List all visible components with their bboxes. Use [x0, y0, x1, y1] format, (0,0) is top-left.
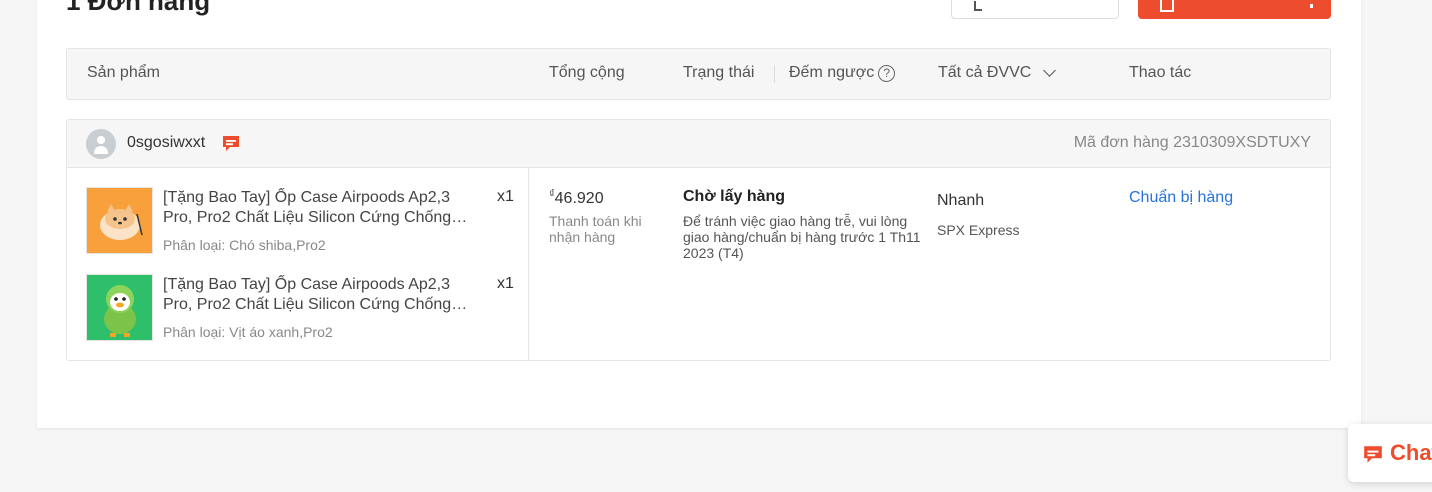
- help-icon[interactable]: ?: [878, 64, 896, 82]
- carrier-name: SPX Express: [937, 222, 1020, 238]
- top-secondary-button[interactable]: [951, 0, 1119, 19]
- chat-icon: [1364, 446, 1382, 463]
- list-item[interactable]: [Tặng Bao Tay] Ốp Case Airpoods Ap2,3 Pr…: [86, 187, 526, 255]
- order-card: 0sgosiwxxt Mã đơn hàng 2310309XSDTUXY [T…: [66, 119, 1331, 361]
- shipping-type: Nhanh: [937, 192, 985, 209]
- item-title[interactable]: [Tặng Bao Tay] Ốp Case Airpoods Ap2,3 Pr…: [163, 188, 479, 228]
- button-icon: [974, 1, 982, 11]
- buyer-username[interactable]: 0sgosiwxxt: [127, 134, 205, 152]
- avatar[interactable]: [86, 129, 116, 159]
- table-header: Sản phẩm Tổng cộng Trạng thái Đếm ngược …: [66, 48, 1331, 100]
- shiba-dog-case-image[interactable]: [86, 187, 153, 254]
- item-variant: Phân loại: Chó shiba,Pro2: [163, 237, 326, 253]
- col-countdown: Đếm ngược ?: [789, 64, 896, 82]
- top-primary-button[interactable]: [1138, 0, 1331, 19]
- col-countdown-label: Đếm ngược: [789, 64, 875, 81]
- col-product: Sản phẩm: [87, 64, 160, 81]
- order-total: ₫46.920: [549, 188, 604, 208]
- carrier-filter-dropdown[interactable]: Tất cả ĐVVC: [938, 64, 1057, 82]
- order-id: Mã đơn hàng 2310309XSDTUXY: [1073, 134, 1311, 151]
- button-icon: [1160, 0, 1174, 12]
- item-quantity: x1: [497, 188, 514, 205]
- list-item[interactable]: [Tặng Bao Tay] Ốp Case Airpoods Ap2,3 Pr…: [86, 274, 526, 342]
- order-status: Chờ lấy hàng: [683, 188, 786, 205]
- item-title[interactable]: [Tặng Bao Tay] Ốp Case Airpoods Ap2,3 Pr…: [163, 275, 479, 315]
- order-header: 0sgosiwxxt Mã đơn hàng 2310309XSDTUXY: [67, 120, 1330, 168]
- chat-widget-button[interactable]: Chat: [1348, 424, 1432, 482]
- carrier-filter-label: Tất cả ĐVVC: [938, 64, 1032, 81]
- order-total-value: 46.920: [554, 190, 604, 207]
- payment-method: Thanh toán khi nhận hàng: [549, 213, 642, 245]
- column-divider: [774, 65, 775, 83]
- item-variant: Phân loại: Vịt áo xanh,Pro2: [163, 324, 333, 340]
- col-action: Thao tác: [1129, 64, 1192, 81]
- green-duck-case-image[interactable]: [86, 274, 153, 341]
- status-note: Để tránh việc giao hàng trễ, vui lòng gi…: [683, 213, 921, 261]
- item-quantity: x1: [497, 275, 514, 292]
- dropdown-icon: [1310, 4, 1313, 8]
- prepare-order-link[interactable]: Chuẩn bị hàng: [1129, 189, 1233, 207]
- col-status: Trạng thái: [683, 64, 755, 81]
- chevron-down-icon: [1043, 64, 1057, 77]
- col-total: Tổng cộng: [549, 64, 625, 81]
- chat-widget-label: Chat: [1390, 440, 1432, 465]
- chat-icon[interactable]: [221, 134, 241, 154]
- column-divider: [528, 168, 529, 361]
- page-title: 1 Đơn hàng: [66, 0, 211, 16]
